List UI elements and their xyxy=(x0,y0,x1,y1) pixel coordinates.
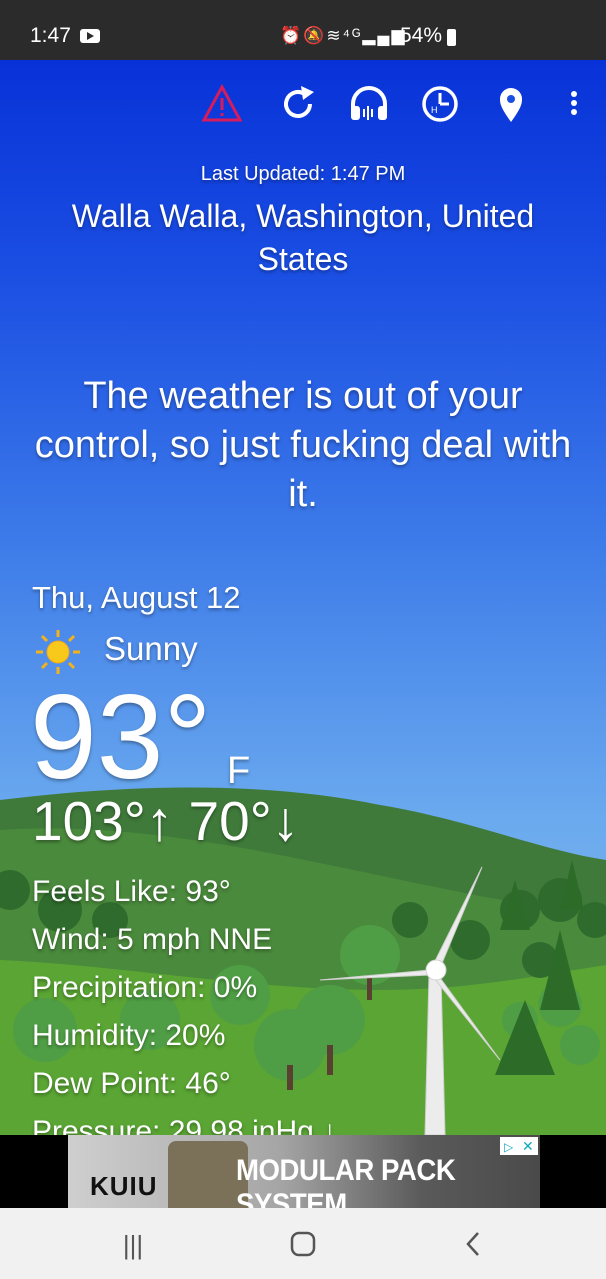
ad-creative[interactable]: KUIU MODULAR PACK SYSTEM ▷ ✕ xyxy=(68,1135,540,1221)
alert-triangle-icon[interactable] xyxy=(200,82,244,126)
temperature-unit[interactable]: F xyxy=(227,750,250,793)
wind: Wind: 5 mph NNE xyxy=(32,923,273,956)
headphones-icon[interactable] xyxy=(347,82,391,126)
pressure: Pressure: 29.98 inHg ↓ xyxy=(32,1115,338,1135)
weather-quote: The weather is out of your control, so j… xyxy=(34,375,572,515)
precipitation: Precipitation: 0% xyxy=(32,971,258,1004)
ad-brand-logo: KUIU xyxy=(90,1171,158,1201)
back-icon[interactable] xyxy=(458,1230,488,1258)
dew-point: Dew Point: 46° xyxy=(32,1067,231,1100)
forecast-date: Thu, August 12 xyxy=(32,580,241,615)
humidity: Humidity: 20% xyxy=(32,1019,226,1052)
navigation-bar: ||| xyxy=(0,1208,606,1279)
battery-percent: 54% xyxy=(400,24,443,47)
status-time: 1:47 xyxy=(30,24,71,47)
svg-text:H: H xyxy=(431,105,438,115)
close-icon[interactable]: ✕ xyxy=(522,1138,534,1155)
home-icon[interactable] xyxy=(288,1230,318,1258)
4g-lte-icon: ⁴ᴳ xyxy=(342,26,363,45)
ad-controls[interactable]: ▷ ✕ xyxy=(500,1137,538,1155)
ad-banner[interactable]: KUIU MODULAR PACK SYSTEM ▷ ✕ xyxy=(0,1135,606,1221)
mute-icon: 🔕 xyxy=(303,26,327,45)
status-bar: 1:47 ⏰🔕≋⁴ᴳ▂▄▆ 54% xyxy=(0,0,606,60)
history-clock-icon[interactable]: H xyxy=(418,82,462,126)
refresh-icon[interactable] xyxy=(276,82,320,126)
adchoices-play-icon[interactable]: ▷ xyxy=(504,1140,513,1154)
hi-lo-temperature: 103°↑ 70°↓ xyxy=(32,790,300,852)
condition-label: Sunny xyxy=(104,630,198,667)
feels-like: Feels Like: 93° xyxy=(32,875,231,908)
wifi-icon: ≋ xyxy=(326,26,343,45)
youtube-icon xyxy=(80,29,100,43)
location-pin-icon[interactable] xyxy=(489,82,533,126)
current-temperature: 93° xyxy=(30,670,212,804)
sun-icon xyxy=(36,630,80,674)
status-icons: ⏰🔕≋⁴ᴳ▂▄▆ xyxy=(280,26,407,46)
weather-main: H Last Updated: 1:47 PM Walla Walla, Was… xyxy=(0,60,606,1135)
last-updated: Last Updated: 1:47 PM xyxy=(200,163,406,185)
location-name[interactable]: Walla Walla, Washington, United States xyxy=(30,195,576,281)
recents-icon[interactable]: ||| xyxy=(118,1230,148,1260)
battery-icon xyxy=(447,29,456,46)
weather-details: Feels Like: 93° Wind: 5 mph NNE Precipit… xyxy=(32,868,337,1135)
overflow-menu-icon[interactable] xyxy=(552,82,592,126)
alarm-icon: ⏰ xyxy=(280,26,304,45)
